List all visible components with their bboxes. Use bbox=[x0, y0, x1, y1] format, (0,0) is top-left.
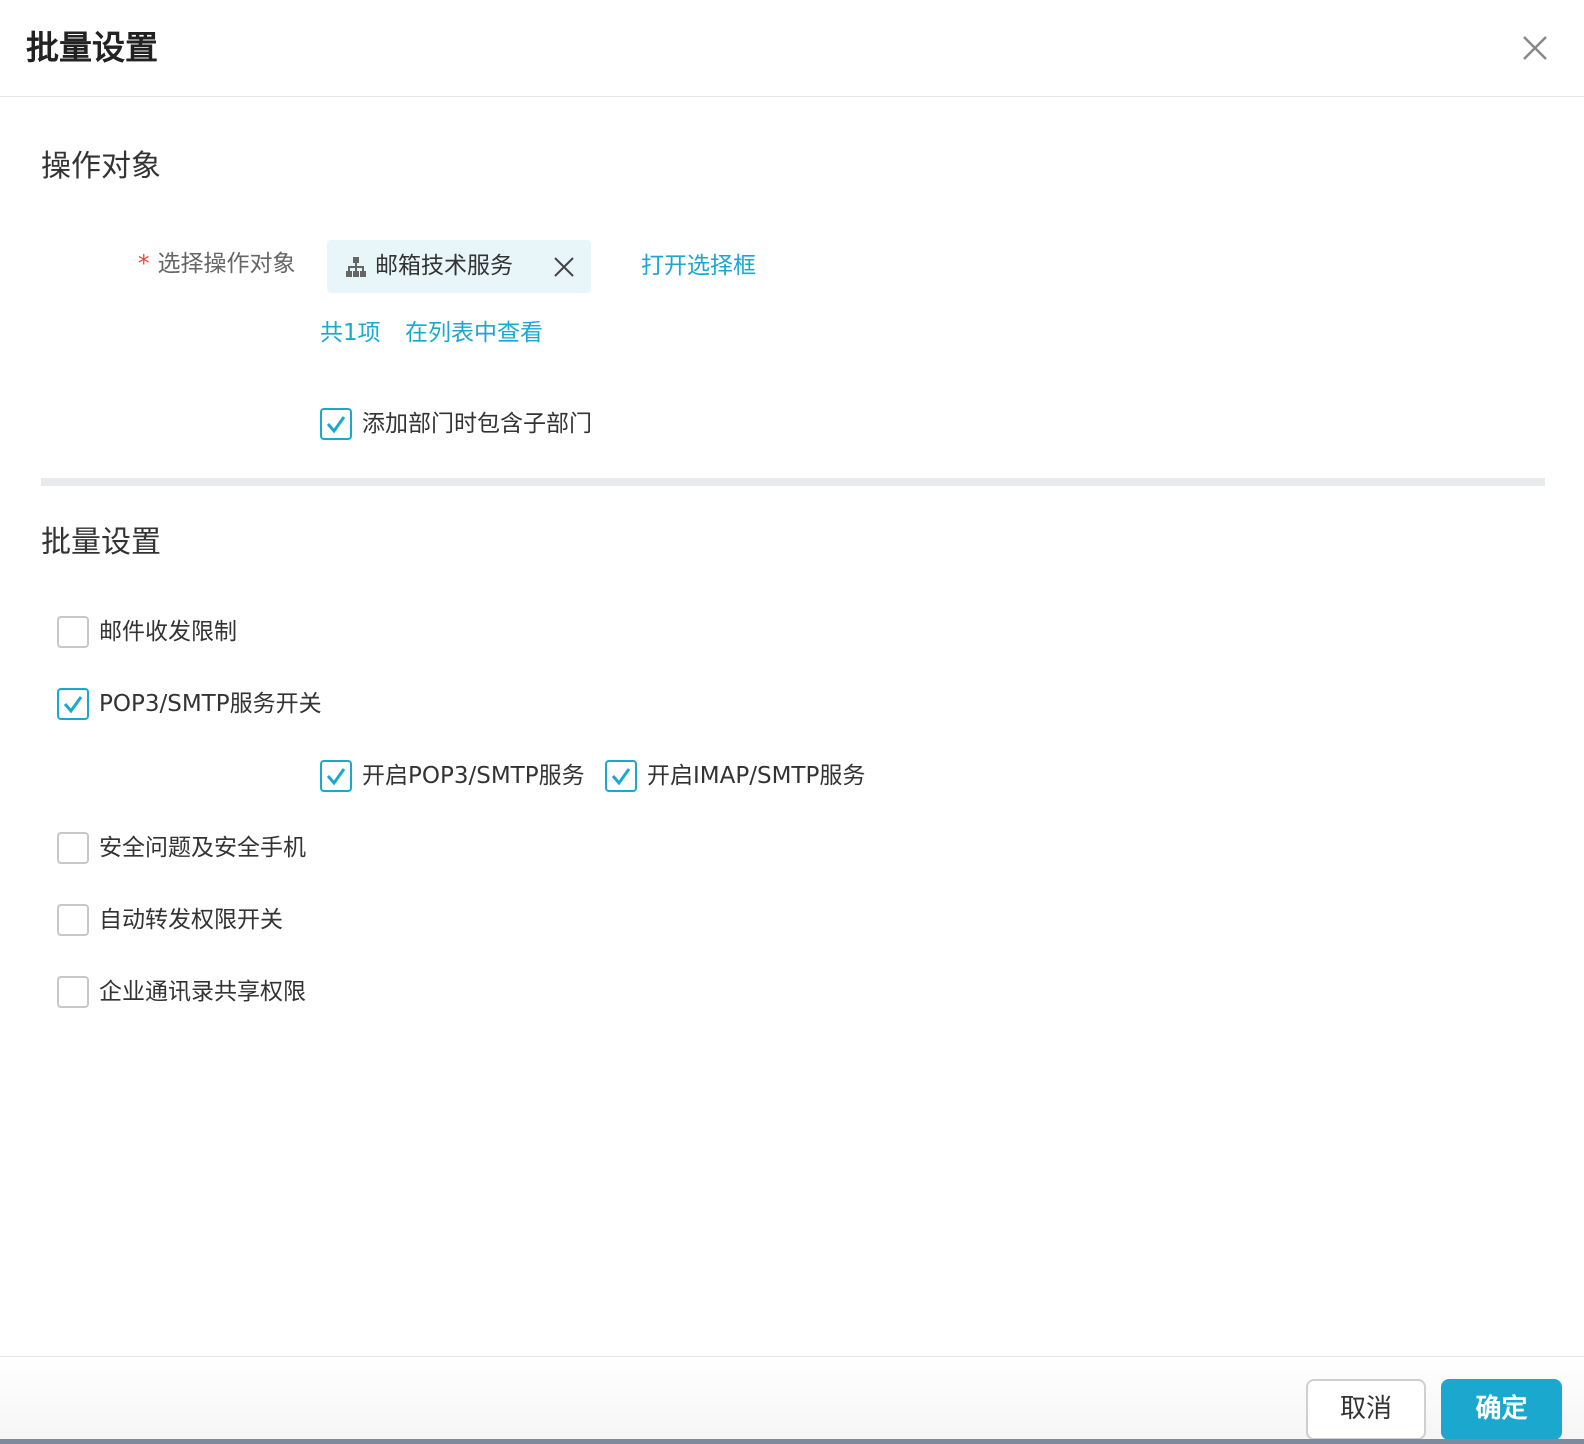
address-book-share-label: 企业通讯录共享权限 bbox=[99, 979, 306, 1005]
pop3-smtp-switch-label: POP3/SMTP服务开关 bbox=[99, 691, 322, 717]
dialog-title: 批量设置 bbox=[26, 28, 158, 67]
section-title-target: 操作对象 bbox=[41, 149, 161, 184]
confirm-button[interactable]: 确定 bbox=[1441, 1379, 1562, 1440]
org-tree-icon bbox=[345, 256, 367, 278]
include-subdept-checkbox[interactable] bbox=[320, 408, 352, 440]
item-count-text: 共1项 bbox=[320, 320, 381, 346]
auto-forward-checkbox[interactable] bbox=[57, 904, 89, 936]
enable-imap-checkbox[interactable] bbox=[605, 760, 637, 792]
mail-limit-checkbox[interactable] bbox=[57, 616, 89, 648]
tag-label: 邮箱技术服务 bbox=[375, 253, 513, 279]
batch-settings-dialog: 批量设置 操作对象 * 选择操作对象 邮箱技术服务 打开选择框 共1项 在列表中… bbox=[0, 0, 1584, 1444]
enable-pop3-label: 开启POP3/SMTP服务 bbox=[362, 763, 585, 789]
view-in-list-link[interactable]: 在列表中查看 bbox=[405, 317, 543, 349]
dialog-header: 批量设置 bbox=[0, 0, 1584, 97]
tag-remove-icon[interactable] bbox=[552, 255, 576, 279]
cancel-button[interactable]: 取消 bbox=[1306, 1379, 1426, 1440]
section-divider bbox=[41, 478, 1545, 486]
enable-imap-label: 开启IMAP/SMTP服务 bbox=[647, 763, 866, 789]
auto-forward-label: 自动转发权限开关 bbox=[99, 907, 283, 933]
close-icon[interactable] bbox=[1518, 31, 1552, 65]
open-selector-link[interactable]: 打开选择框 bbox=[641, 250, 756, 282]
security-question-label: 安全问题及安全手机 bbox=[99, 835, 306, 861]
select-target-label: * 选择操作对象 bbox=[138, 248, 296, 280]
select-target-label-text: 选择操作对象 bbox=[157, 251, 296, 277]
selected-target-tag: 邮箱技术服务 bbox=[327, 240, 591, 293]
security-question-checkbox[interactable] bbox=[57, 832, 89, 864]
include-subdept-label: 添加部门时包含子部门 bbox=[362, 411, 592, 437]
enable-pop3-checkbox[interactable] bbox=[320, 760, 352, 792]
pop3-smtp-switch-checkbox[interactable] bbox=[57, 688, 89, 720]
section-title-batch: 批量设置 bbox=[41, 525, 161, 560]
address-book-share-checkbox[interactable] bbox=[57, 976, 89, 1008]
mail-limit-label: 邮件收发限制 bbox=[99, 619, 237, 645]
required-mark: * bbox=[138, 251, 150, 277]
window-bottom-edge bbox=[0, 1439, 1584, 1444]
